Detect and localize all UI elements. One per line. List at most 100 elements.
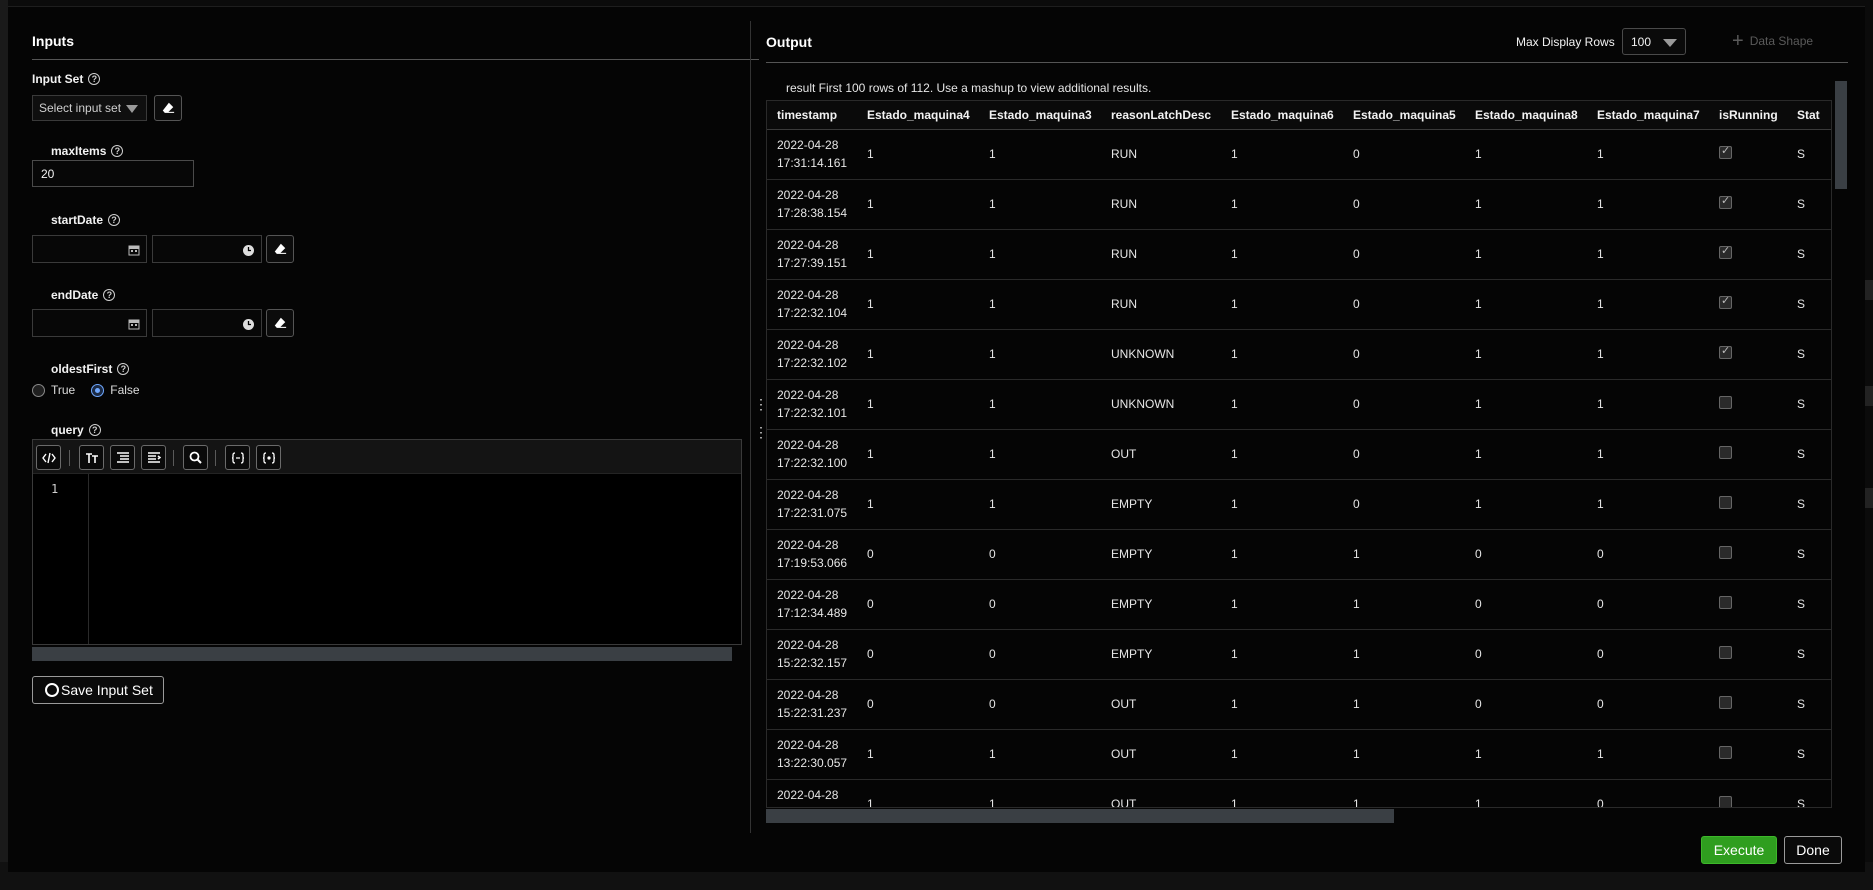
column-header[interactable]: Estado_maquina7 <box>1587 101 1709 130</box>
help-icon[interactable]: ? <box>88 424 101 436</box>
align-left-button[interactable] <box>110 445 135 470</box>
done-button[interactable]: Done <box>1784 836 1842 864</box>
timestamp-date: 2022-04-28 <box>777 538 839 552</box>
search-button[interactable] <box>183 445 208 470</box>
grid-vertical-scrollbar[interactable] <box>1833 75 1849 813</box>
table-cell: 0 <box>1343 229 1465 280</box>
table-row[interactable]: 2022-04-2817:31:14.16111RUN1011S <box>767 129 1831 180</box>
table-cell: EMPTY <box>1101 629 1221 680</box>
table-cell: RUN <box>1101 179 1221 230</box>
clear-end-date-button[interactable] <box>266 309 294 337</box>
table-cell: 0 <box>857 579 979 630</box>
is-running-checkbox <box>1719 596 1732 609</box>
clear-start-date-button[interactable] <box>266 235 294 263</box>
max-items-input[interactable]: 20 <box>32 160 194 187</box>
table-row[interactable]: 2022-04-28 17:22:32.101 1 1 UNKNOWN 1 0 1 1 S <box>767 379 1831 430</box>
table-cell: 0 <box>1587 529 1709 580</box>
radio-false[interactable] <box>91 383 105 397</box>
table-cell: S <box>1787 679 1831 730</box>
query-label: query <box>51 423 84 437</box>
help-icon[interactable]: ? <box>111 145 124 157</box>
table-row[interactable]: 2022-04-28 15:22:32.157 0 0 EMPTY 1 1 0 0 S <box>767 629 1831 680</box>
column-header[interactable]: Estado_maquina4 <box>857 101 979 130</box>
scrollbar-thumb[interactable] <box>1835 81 1847 189</box>
eraser-icon <box>274 317 287 328</box>
table-cell: 1 <box>979 779 1101 807</box>
max-display-rows-select[interactable]: 100 <box>1622 28 1686 55</box>
is-running-checkbox <box>1719 746 1732 759</box>
column-header[interactable]: Stat <box>1787 101 1831 130</box>
table-cell: S <box>1787 179 1831 230</box>
save-input-set-label: Save Input Set <box>61 682 153 698</box>
format-json-alt-button[interactable] <box>256 445 281 470</box>
column-header[interactable]: Estado_maquina6 <box>1221 101 1343 130</box>
code-icon <box>41 452 56 463</box>
table-cell: 1 <box>1587 479 1709 530</box>
format-json-button[interactable] <box>225 445 250 470</box>
start-date-time-input[interactable] <box>152 235 262 263</box>
table-cell: 0 <box>857 679 979 730</box>
braces-gear-icon <box>262 451 275 464</box>
help-icon[interactable]: ? <box>117 363 130 375</box>
save-input-set-button[interactable]: Save Input Set <box>32 676 164 704</box>
table-row[interactable]: 2022-04-28 15:22:31.237 0 0 OUT 1 1 0 0 S <box>767 679 1831 730</box>
table-cell: 1 <box>857 129 979 180</box>
table-cell: 1 <box>1587 729 1709 780</box>
column-header[interactable]: Estado_maquina3 <box>979 101 1101 130</box>
table-cell: 1 <box>1221 579 1343 630</box>
table-cell: 1 <box>979 379 1101 430</box>
timestamp-cell: 2022-04-28 15:22:32.157 <box>767 629 857 680</box>
table-row[interactable]: 2022-04-28 17:19:53.066 0 0 EMPTY 1 1 0 0 S <box>767 529 1831 580</box>
table-row[interactable]: 2022-04-2817:28:38.15411RUN1011S <box>767 179 1831 230</box>
column-header[interactable]: timestamp <box>767 101 857 130</box>
timestamp-date: 2022-04-28 <box>777 788 839 802</box>
data-shape-button[interactable]: + Data Shape <box>1732 31 1813 51</box>
table-cell: 1 <box>1465 379 1587 430</box>
input-set-select[interactable]: Select input set <box>32 95 147 121</box>
radio-true[interactable] <box>32 383 45 397</box>
table-cell: 0 <box>857 629 979 680</box>
help-icon[interactable]: ? <box>103 289 116 301</box>
table-row[interactable]: 2022-04-2817:22:32.10211UNKNOWN1011S <box>767 329 1831 380</box>
help-icon[interactable]: ? <box>108 214 121 226</box>
table-cell: 1 <box>1587 429 1709 480</box>
end-date-time-input[interactable] <box>152 309 262 337</box>
table-cell: S <box>1787 529 1831 580</box>
table-cell: 1 <box>857 479 979 530</box>
text-format-button[interactable] <box>79 445 104 470</box>
column-header[interactable]: Estado_maquina5 <box>1343 101 1465 130</box>
table-row[interactable]: 2022-04-28 13:22:30.057 1 1 OUT 1 1 1 1 S <box>767 729 1831 780</box>
output-title-divider <box>766 62 1848 63</box>
end-date-date-input[interactable] <box>32 309 147 337</box>
table-cell: 1 <box>1343 629 1465 680</box>
clear-input-set-button[interactable] <box>154 95 182 121</box>
grid-horizontal-scrollbar[interactable] <box>766 809 1394 823</box>
code-view-button[interactable] <box>36 445 61 470</box>
table-row[interactable]: 2022-04-2817:22:32.10411RUN1011S <box>767 279 1831 330</box>
inputs-title-divider <box>32 59 759 60</box>
timestamp-date: 2022-04-28 <box>777 438 839 452</box>
column-header[interactable]: reasonLatchDesc <box>1101 101 1221 130</box>
editor-horizontal-scrollbar[interactable] <box>32 647 732 661</box>
table-cell: S <box>1787 229 1831 280</box>
table-cell: 1 <box>857 279 979 330</box>
table-row[interactable]: 2022-04-28 17:12:34.489 0 0 EMPTY 1 1 0 0 S <box>767 579 1831 630</box>
table-row[interactable]: 2022-04-28 17:22:31.075 1 1 EMPTY 1 0 1 1 S <box>767 479 1831 530</box>
column-header[interactable]: isRunning <box>1709 101 1787 130</box>
table-cell: UNKNOWN <box>1101 379 1221 430</box>
table-row[interactable]: 2022-04-2817:27:39.15111RUN1011S <box>767 229 1831 280</box>
table-row[interactable]: 2022-04-28 17:22:32.100 1 1 OUT 1 0 1 1 S <box>767 429 1831 480</box>
table-cell: S <box>1787 779 1831 807</box>
execute-button[interactable]: Execute <box>1701 836 1777 864</box>
help-icon[interactable]: ? <box>88 73 101 85</box>
editor-toolbar <box>33 440 741 474</box>
table-cell: OUT <box>1101 729 1221 780</box>
table-cell: OUT <box>1101 679 1221 730</box>
indent-button[interactable] <box>141 445 166 470</box>
table-row[interactable]: 2022-04-2812:30:24.77811OUT1110S <box>767 779 1831 807</box>
start-date-date-input[interactable] <box>32 235 147 263</box>
table-cell: 1 <box>979 729 1101 780</box>
table-cell: 1 <box>1465 129 1587 180</box>
column-header[interactable]: Estado_maquina8 <box>1465 101 1587 130</box>
is-running-cell <box>1709 279 1787 330</box>
